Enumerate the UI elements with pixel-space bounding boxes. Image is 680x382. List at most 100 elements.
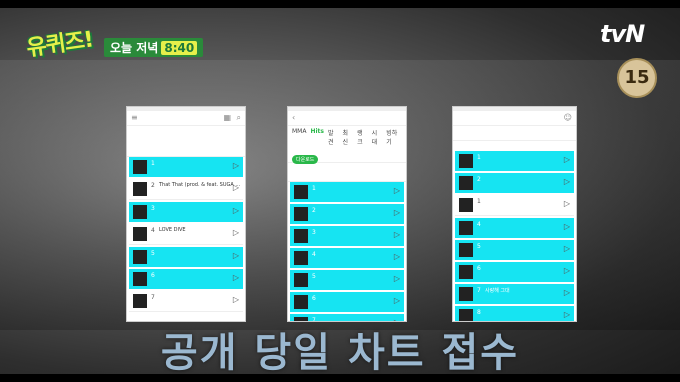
play-icon[interactable]: ▷	[394, 208, 400, 217]
play-icon[interactable]: ▷	[233, 251, 239, 260]
rank-number: 8	[477, 309, 481, 316]
chart-row[interactable]: 2 ▷	[290, 204, 404, 224]
play-icon[interactable]: ▷	[233, 295, 239, 304]
album-thumbnail	[459, 176, 473, 190]
profile-icon[interactable]: ☺	[564, 113, 572, 122]
letterbox-top	[0, 0, 680, 8]
phone-screenshot-3: ☺ 1 ▷ 2 ▷ 1 ▷ 4 ▷ 5 ▷ 6 ▷ 7 사랑해 그대 ▷ 8 ▷	[452, 106, 577, 322]
chart-tab[interactable]: 빙하기	[386, 128, 402, 146]
toolbar-row	[288, 163, 406, 182]
play-icon[interactable]: ▷	[564, 155, 570, 164]
play-icon[interactable]: ▷	[233, 161, 239, 170]
play-icon[interactable]: ▷	[564, 266, 570, 275]
album-thumbnail	[133, 294, 147, 308]
rank-number: 1	[151, 160, 155, 167]
chart-row[interactable]: 1 ▷	[290, 182, 404, 202]
chart-row[interactable]: 1 ▷	[455, 151, 574, 171]
chart-row[interactable]: 2 That That (prod. & feat. SUGA ... ▷	[129, 179, 243, 200]
app-header: ≡ ▦ ⌕	[127, 111, 245, 126]
play-icon[interactable]: ▷	[394, 274, 400, 283]
rank-number: 5	[312, 273, 316, 280]
chart-row[interactable]: 7 사랑해 그대 ▷	[455, 284, 574, 304]
age-rating-badge: 15	[617, 58, 657, 98]
song-title: 사랑해 그대	[485, 288, 510, 294]
chart-row[interactable]: 5 ▷	[129, 247, 243, 267]
rank-number: 4	[312, 251, 316, 258]
menu-icon[interactable]: ≡	[131, 113, 138, 122]
album-thumbnail	[294, 295, 308, 309]
play-icon[interactable]: ▷	[564, 222, 570, 231]
chart-tab[interactable]: 발견	[328, 128, 339, 146]
phone-screenshot-2: ‹ MMAHits발견최신랭크시대빙하기 다운로드 1▷2▷3▷4▷5▷6▷7▷	[287, 106, 407, 322]
album-thumbnail	[133, 182, 147, 196]
play-icon[interactable]: ▷	[394, 186, 400, 195]
play-icon[interactable]: ▷	[233, 228, 239, 237]
search-icon[interactable]: ⌕	[237, 113, 241, 123]
album-thumbnail	[294, 229, 308, 243]
play-icon[interactable]: ▷	[394, 252, 400, 261]
song-title: That That (prod. & feat. SUGA ...	[159, 182, 241, 188]
chart-row[interactable]: 7▷	[129, 291, 243, 312]
chart-row[interactable]: 3 ▷	[129, 202, 243, 222]
rank-number: 6	[151, 272, 155, 279]
chart-row[interactable]: 3 ▷	[290, 226, 404, 246]
chart-row[interactable]: 6 ▷	[129, 269, 243, 289]
chart-row[interactable]: 5 ▷	[455, 240, 574, 260]
rank-number: 4	[151, 227, 155, 234]
chart-row[interactable]: 1 ▷	[455, 195, 574, 216]
rank-number: 2	[477, 176, 481, 183]
rank-number: 4	[477, 221, 481, 228]
album-thumbnail	[294, 207, 308, 221]
chart-tab[interactable]: 시대	[372, 128, 383, 146]
album-thumbnail	[294, 251, 308, 265]
chart-row[interactable]: 5 ▷	[290, 270, 404, 290]
play-icon[interactable]: ▷	[564, 288, 570, 297]
chart-row[interactable]: 6 ▷	[455, 262, 574, 282]
play-icon[interactable]: ▷	[394, 230, 400, 239]
back-arrow-icon[interactable]: ‹	[292, 113, 295, 122]
filter-pill[interactable]: 다운로드	[292, 155, 319, 164]
play-icon[interactable]: ▷	[394, 296, 400, 305]
album-thumbnail	[133, 272, 147, 286]
rank-number: 6	[477, 265, 481, 272]
video-frame: 유퀴즈! 오늘 저녁 8:40 tvN 15 ≡ ▦ ⌕ 1 ▷ 2 That That…	[0, 0, 680, 382]
album-thumbnail	[133, 227, 147, 241]
rank-number: 1	[312, 185, 316, 192]
chart-list: 1 ▷ 2 That That (prod. & feat. SUGA ... ▷ 3 ▷ 4…	[127, 157, 245, 312]
play-icon[interactable]: ▷	[233, 273, 239, 282]
chart-row[interactable]: 6 ▷	[290, 292, 404, 312]
play-icon[interactable]: ▷	[233, 206, 239, 215]
chart-row[interactable]: 1 ▷	[129, 157, 243, 177]
chart-tab[interactable]: Hits	[310, 128, 324, 142]
play-icon[interactable]: ▷	[233, 183, 239, 192]
rank-number: 7	[151, 294, 155, 301]
rank-number: 6	[312, 295, 316, 302]
chart-list: 1 ▷ 2 ▷ 1 ▷ 4 ▷ 5 ▷ 6 ▷ 7 사랑해 그대 ▷ 8 ▷	[453, 151, 576, 321]
subfilter-row	[453, 141, 576, 151]
play-icon[interactable]: ▷	[564, 177, 570, 186]
rank-number: 5	[477, 243, 481, 250]
chart-tab[interactable]: MMA	[292, 128, 306, 142]
play-icon[interactable]: ▷	[564, 244, 570, 253]
tab-row	[453, 126, 576, 141]
network-logo: tvN	[600, 20, 645, 48]
album-thumbnail	[459, 243, 473, 257]
play-icon[interactable]: ▷	[564, 199, 570, 208]
song-title: LOVE DIVE	[159, 227, 186, 233]
chart-row[interactable]: 4 ▷	[290, 248, 404, 268]
album-thumbnail	[459, 221, 473, 235]
album-thumbnail	[294, 273, 308, 287]
chart-tab[interactable]: 랭크	[357, 128, 368, 146]
album-thumbnail	[459, 154, 473, 168]
rank-number: 2	[151, 182, 155, 189]
chart-row[interactable]: 2 ▷	[455, 173, 574, 193]
chart-tab[interactable]: 최신	[343, 128, 354, 146]
rank-number: 3	[151, 205, 155, 212]
calendar-icon[interactable]: ▦	[223, 113, 231, 122]
chart-row[interactable]: 4 ▷	[455, 218, 574, 238]
play-icon[interactable]: ▷	[564, 310, 570, 319]
chart-row[interactable]: 4 LOVE DIVE ▷	[129, 224, 243, 245]
album-thumbnail	[294, 185, 308, 199]
schedule-time: 8:40	[161, 41, 198, 55]
chart-list: 1▷2▷3▷4▷5▷6▷7▷	[288, 182, 406, 321]
